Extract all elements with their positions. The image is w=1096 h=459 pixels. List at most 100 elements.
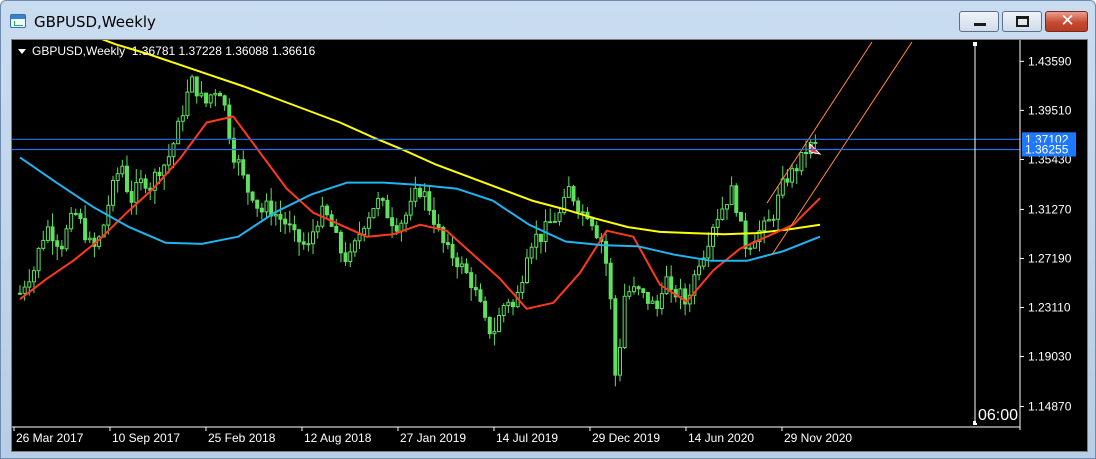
candle-body [380,198,385,201]
candle-body [697,265,702,276]
moving-average-3 [19,156,821,262]
candle-body [529,246,534,259]
candle-body [111,179,116,206]
candle-body [641,288,646,293]
candle-body [41,239,46,249]
candle-body [771,218,776,221]
candle-body [613,298,618,376]
chart-menu-arrow-icon[interactable] [18,49,26,54]
candle-body [278,214,283,220]
candle-body [590,218,595,227]
chart-window-icon [10,14,26,28]
candle-body [352,240,357,253]
candle-body [506,301,511,306]
title-bar[interactable]: GBPUSD,Weekly ✕ [1,1,1095,39]
candle-body [157,171,162,177]
candle-body [204,92,209,104]
channel-line-upper [766,41,873,204]
candle-body [18,292,22,295]
candle-body [366,217,371,229]
candle-body [408,200,413,216]
candle-body [743,220,748,249]
time-tick-label: 14 Jun 2020 [688,431,754,445]
candle-body [678,288,683,298]
candle-body [608,262,613,300]
candle-body [706,245,711,259]
candle-body [748,247,753,250]
window-title: GBPUSD,Weekly [34,13,156,31]
candle-body [715,218,720,228]
candle-body [669,276,674,290]
candle-body [427,191,432,211]
candle-body [315,225,320,233]
candle-body [636,286,641,290]
candle-body [627,291,632,297]
candle-body [445,242,450,246]
candle-body [450,244,455,259]
candle-body [357,234,362,242]
candle-body [236,159,241,163]
candle-body [571,186,576,202]
candle-body [199,92,204,97]
candle-body [483,300,488,318]
candle-body [473,287,478,291]
candle-body [241,159,246,176]
candle-body [720,208,725,220]
candle-body [511,301,516,308]
time-tick-label: 29 Nov 2020 [784,431,852,445]
candle-body [287,223,292,226]
close-icon: ✕ [1060,11,1075,31]
candle-body [334,225,339,233]
separator-handle-top [973,42,977,46]
candle-body [273,214,278,217]
maximize-button[interactable] [1002,11,1042,32]
time-tick-label: 14 Jul 2019 [496,431,558,445]
candle-body [338,231,343,254]
candle-body [324,205,329,216]
candle-body [394,225,399,232]
candle-body [143,178,148,189]
candle-body [64,228,69,250]
chart-header: GBPUSD,Weekly 1.36781 1.37228 1.36088 1.… [32,44,316,58]
candle-body [724,204,729,210]
candle-body [734,185,739,213]
candle-body [664,276,669,295]
time-tick-label: 25 Feb 2018 [208,431,276,445]
close-button[interactable]: ✕ [1045,11,1088,32]
price-chart[interactable]: 1.435901.395101.354301.312701.271901.231… [12,40,1087,451]
candle-body [738,211,743,222]
maximize-icon [1016,16,1029,27]
candle-body [69,212,74,230]
candle-body [436,223,441,228]
candle-body [422,191,427,198]
candle-body [343,252,348,263]
candle-body [552,220,557,223]
candle-body [418,187,422,198]
price-tick-label: 1.14870 [1028,400,1072,414]
candle-body [594,225,599,239]
candle-body [371,207,376,219]
candle-body [297,229,302,243]
candle-body [776,194,781,220]
minimize-icon [974,23,986,26]
price-tag-label: 1.36255 [1025,143,1069,157]
candle-body [22,286,27,294]
candle-body [631,286,636,293]
candle-body [208,94,213,104]
price-tick-label: 1.19030 [1028,350,1072,364]
minimize-button[interactable] [959,11,999,32]
candle-body [376,198,381,209]
candle-body [497,315,502,333]
candle-body [520,282,525,293]
time-label: 06:00 [978,407,1018,424]
candle-body [478,289,483,302]
candle-body [55,240,60,247]
chart-area[interactable]: 1.43590 1.39510 1.35430 1.31270 1.27190 1.231… [11,39,1088,452]
candle-body [362,227,367,236]
chart-window: GBPUSD,Weekly ✕ 1.43590 1.39510 1.35430 1.3… [0,0,1096,459]
candle-body [580,211,585,214]
candle-body [306,243,311,246]
candle-body [404,214,409,224]
candle-body [650,300,655,304]
candle-body [538,233,543,243]
